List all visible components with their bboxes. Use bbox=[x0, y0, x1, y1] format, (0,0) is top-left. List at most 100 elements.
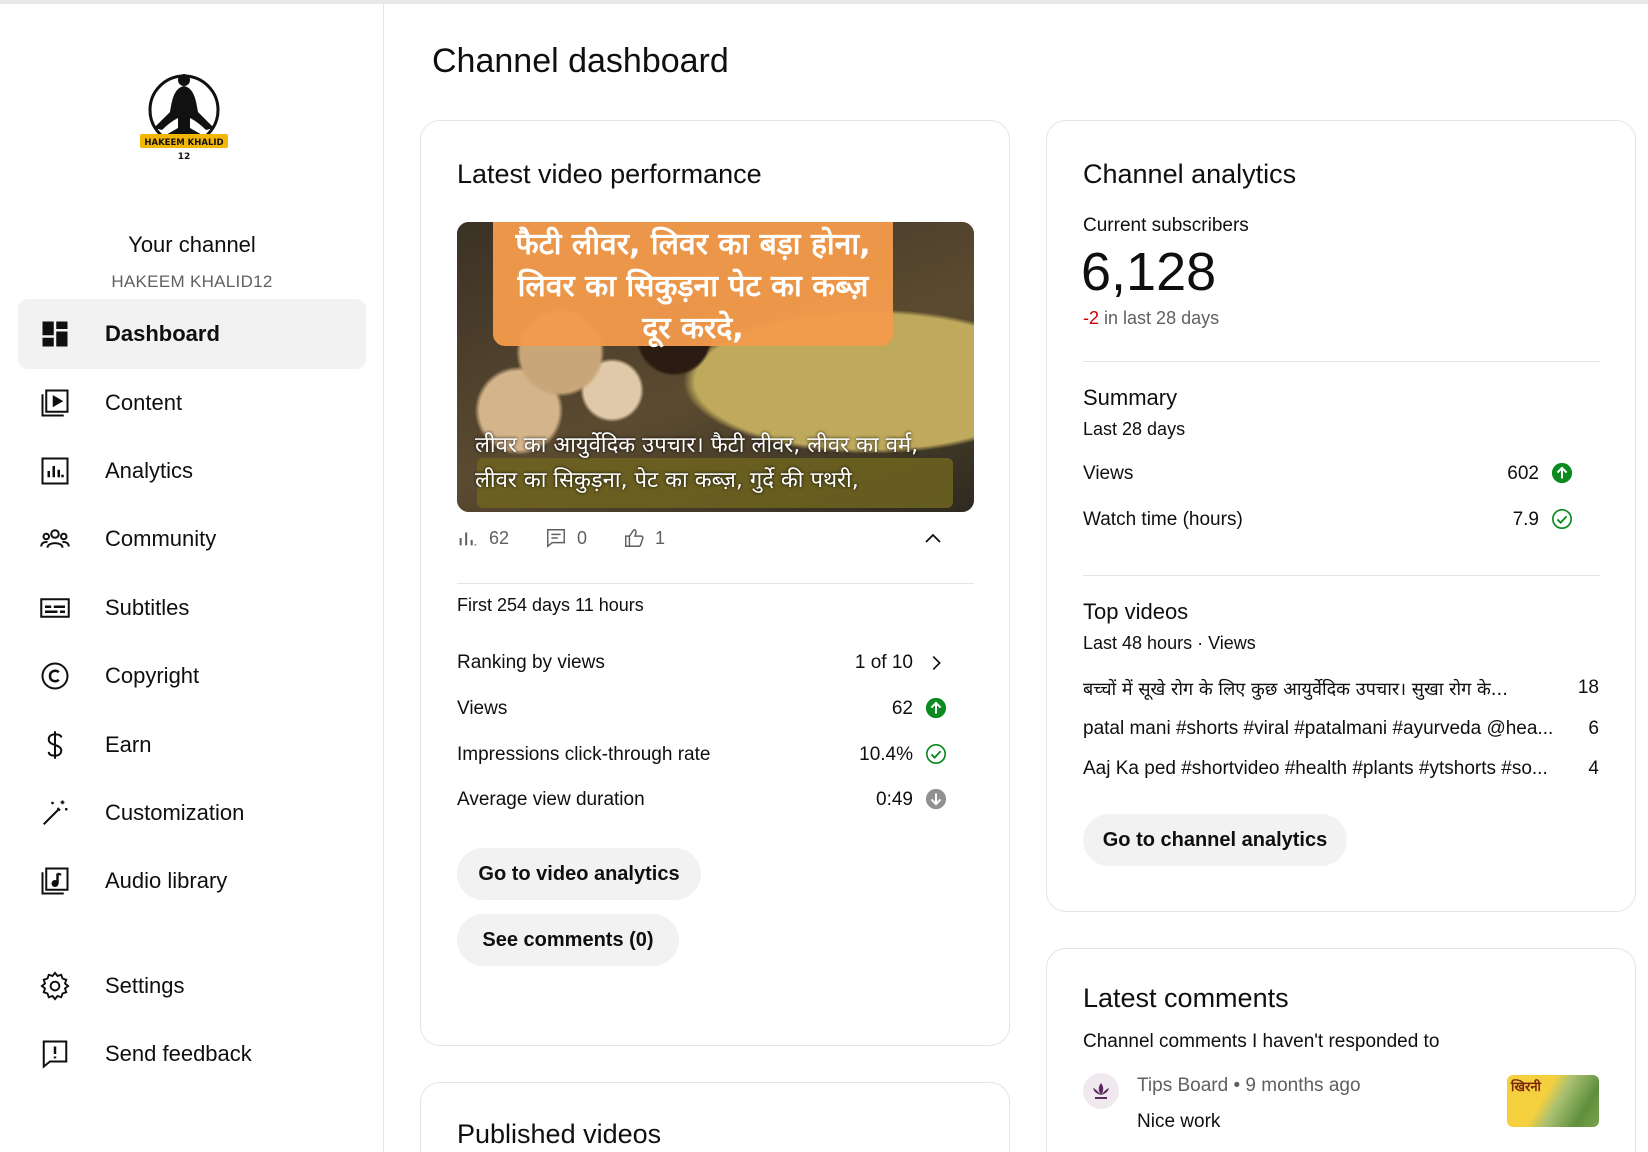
metric-ranking-label: Ranking by views bbox=[457, 652, 605, 673]
arrow-up-circle-icon bbox=[925, 697, 947, 719]
latest-video-title: Latest video performance bbox=[457, 159, 762, 189]
feedback-icon bbox=[38, 1037, 72, 1071]
arrow-down-circle-icon bbox=[925, 788, 947, 810]
top-videos-title: Top videos bbox=[1083, 599, 1189, 624]
channel-analytics-title: Channel analytics bbox=[1083, 159, 1297, 189]
comment-text: Nice work bbox=[1137, 1111, 1221, 1132]
sidebar-item-label: Earn bbox=[105, 732, 152, 757]
likes-count: 1 bbox=[655, 527, 666, 548]
summary-title: Summary bbox=[1083, 385, 1178, 410]
sidebar-item-copyright[interactable]: Copyright bbox=[18, 641, 366, 711]
check-circle-icon bbox=[1552, 509, 1572, 529]
sidebar-item-label: Content bbox=[105, 390, 183, 415]
sidebar-item-community[interactable]: Community bbox=[18, 504, 366, 574]
community-icon bbox=[38, 522, 72, 556]
top-videos-period: Last 48 hours · Views bbox=[1083, 633, 1256, 653]
top-video-title[interactable]: बच्चों में सूखे रोग के लिए कुछ आयुर्वेदि… bbox=[1083, 677, 1553, 701]
copyright-icon bbox=[38, 659, 72, 693]
thumbnail-top-text: फैटी लीवर, लिवर का बड़ा होना, लिवर का सि… bbox=[515, 227, 871, 346]
gear-icon bbox=[38, 969, 72, 1003]
channel-analytics-card: Channel analytics Current subscribers 6,… bbox=[1046, 120, 1636, 912]
divider bbox=[1083, 361, 1600, 362]
commenter-avatar[interactable] bbox=[1083, 1073, 1119, 1109]
divider bbox=[1083, 575, 1600, 576]
latest-comments-title: Latest comments bbox=[1083, 983, 1289, 1013]
customization-icon bbox=[38, 796, 72, 830]
thumbs-up-icon bbox=[625, 529, 644, 547]
sidebar-item-label: Customization bbox=[105, 800, 245, 825]
go-to-video-analytics-button[interactable]: Go to video analytics bbox=[457, 848, 701, 900]
sidebar-item-send-feedback[interactable]: Send feedback bbox=[18, 1019, 366, 1089]
published-videos-title: Published videos bbox=[457, 1119, 662, 1149]
summary-period: Last 28 days bbox=[1083, 419, 1186, 439]
summary-views-label: Views bbox=[1083, 463, 1134, 484]
sidebar-item-label: Analytics bbox=[105, 458, 194, 483]
sidebar-item-settings[interactable]: Settings bbox=[18, 951, 366, 1021]
thumbnail-label: खिरनी bbox=[1511, 1080, 1541, 1095]
comments-stat: 0 bbox=[545, 527, 587, 549]
sidebar-item-label: Copyright bbox=[105, 663, 200, 688]
svg-text:12: 12 bbox=[178, 152, 191, 162]
arrow-up-circle-icon bbox=[1551, 462, 1573, 484]
sidebar-item-earn[interactable]: Earn bbox=[18, 710, 366, 780]
top-video-title[interactable]: patal mani #shorts #viral #patalmani #ay… bbox=[1083, 718, 1553, 740]
sidebar-item-content[interactable]: Content bbox=[18, 368, 366, 438]
meditation-logo-icon: HAKEEM KHALID 12 bbox=[140, 74, 228, 162]
sidebar-item-audio-library[interactable]: Audio library bbox=[18, 846, 366, 916]
thumbnail-bottom-text: लीवर का आयुर्वेदिक उपचार। फैटी लीवर, लीव… bbox=[475, 433, 919, 493]
summary-watch-label: Watch time (hours) bbox=[1083, 509, 1243, 530]
subscriber-change-label: in last 28 days bbox=[1104, 308, 1220, 328]
dashboard-icon bbox=[38, 317, 72, 351]
sidebar-item-label: Settings bbox=[105, 973, 185, 998]
summary-views-value: 602 bbox=[1507, 463, 1539, 484]
comment-time: 9 months ago bbox=[1245, 1075, 1361, 1096]
comments-count: 0 bbox=[577, 527, 588, 548]
sidebar-item-label: Dashboard bbox=[105, 321, 220, 346]
comment-video-thumbnail[interactable]: खिरनी bbox=[1507, 1075, 1599, 1127]
published-videos-card: Published videos bbox=[420, 1082, 1010, 1152]
check-circle-icon bbox=[926, 744, 946, 764]
metric-ctr-value: 10.4% bbox=[859, 744, 913, 765]
sidebar-item-label: Community bbox=[105, 526, 217, 551]
sidebar: HAKEEM KHALID 12 Your channel HAKEEM KHA… bbox=[0, 4, 384, 1152]
comment-meta: Tips Board • 9 months ago bbox=[1137, 1075, 1361, 1097]
sidebar-item-analytics[interactable]: Analytics bbox=[18, 436, 366, 506]
metric-views-label: Views bbox=[457, 698, 508, 719]
likes-stat: 1 bbox=[623, 527, 665, 549]
bar-chart-icon bbox=[459, 532, 477, 546]
sidebar-item-label: Audio library bbox=[105, 868, 228, 893]
go-to-channel-analytics-button[interactable]: Go to channel analytics bbox=[1083, 814, 1347, 866]
sidebar-item-label: Send feedback bbox=[105, 1041, 252, 1066]
audio-library-icon bbox=[38, 864, 72, 898]
top-video-views: 18 bbox=[1577, 677, 1599, 698]
top-video-views: 6 bbox=[1588, 718, 1599, 739]
your-channel-label: Your channel bbox=[128, 232, 256, 257]
meta-separator: • bbox=[1233, 1075, 1241, 1096]
chevron-up-icon[interactable] bbox=[921, 527, 945, 551]
subscribers-label: Current subscribers bbox=[1083, 215, 1249, 236]
latest-comments-card: Latest comments Channel comments I haven… bbox=[1046, 948, 1636, 1152]
content-icon bbox=[38, 386, 72, 420]
see-comments-button[interactable]: See comments (0) bbox=[457, 914, 679, 966]
video-thumbnail[interactable]: फैटी लीवर, लिवर का बड़ा होना, लिवर का सि… bbox=[457, 222, 974, 512]
sidebar-item-subtitles[interactable]: Subtitles bbox=[18, 573, 366, 643]
subscriber-change: -2 in last 28 days bbox=[1083, 308, 1219, 329]
top-video-views: 4 bbox=[1588, 758, 1599, 779]
metric-ctr-label: Impressions click-through rate bbox=[457, 744, 711, 765]
metric-duration-label: Average view duration bbox=[457, 789, 645, 810]
video-stats: 62 0 1 bbox=[457, 527, 701, 549]
page-title: Channel dashboard bbox=[432, 42, 729, 80]
period-label: First 254 days 11 hours bbox=[457, 595, 644, 615]
latest-comments-subtitle: Channel comments I haven't responded to bbox=[1083, 1031, 1440, 1052]
top-video-title[interactable]: Aaj Ka ped #shortvideo #health #plants #… bbox=[1083, 758, 1553, 780]
subtitles-icon bbox=[38, 591, 72, 625]
analytics-icon bbox=[38, 454, 72, 488]
comment-author[interactable]: Tips Board bbox=[1137, 1075, 1228, 1096]
sidebar-item-dashboard[interactable]: Dashboard bbox=[18, 299, 366, 369]
sidebar-item-customization[interactable]: Customization bbox=[18, 778, 366, 848]
latest-video-card: Latest video performance फैटी लीवर, लिवर… bbox=[420, 120, 1010, 1046]
subscriber-change-value: -2 bbox=[1083, 308, 1100, 328]
channel-avatar[interactable]: HAKEEM KHALID 12 bbox=[140, 66, 240, 170]
chevron-right-icon[interactable] bbox=[925, 652, 947, 674]
channel-handle: HAKEEM KHALID12 bbox=[111, 272, 273, 291]
